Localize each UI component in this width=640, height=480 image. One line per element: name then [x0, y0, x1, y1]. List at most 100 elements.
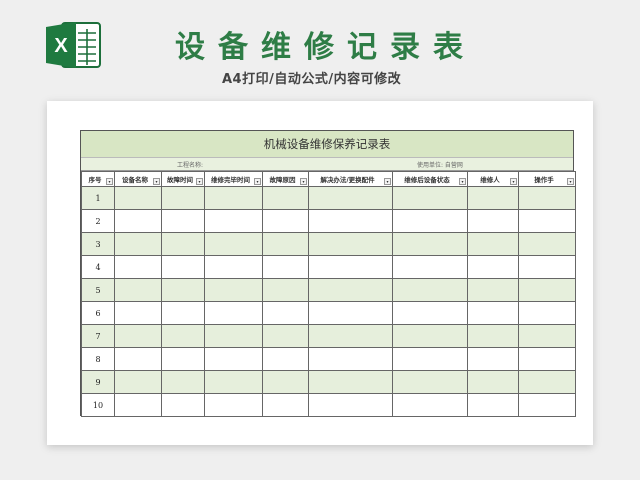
table-cell[interactable] [392, 301, 468, 325]
table-cell[interactable] [114, 186, 162, 210]
table-cell[interactable] [467, 370, 519, 394]
table-cell[interactable] [308, 370, 393, 394]
table-cell[interactable] [392, 255, 468, 279]
table-cell[interactable] [262, 186, 309, 210]
table-cell[interactable] [161, 255, 205, 279]
row-number-cell[interactable]: 3 [81, 232, 115, 256]
row-number-cell[interactable]: 10 [81, 393, 115, 417]
table-cell[interactable] [114, 301, 162, 325]
table-cell[interactable] [204, 324, 263, 348]
table-cell[interactable] [114, 232, 162, 256]
row-number-cell[interactable]: 1 [81, 186, 115, 210]
table-cell[interactable] [262, 347, 309, 371]
table-cell[interactable] [467, 255, 519, 279]
table-cell[interactable] [308, 209, 393, 233]
table-cell[interactable] [114, 370, 162, 394]
table-cell[interactable] [204, 347, 263, 371]
table-cell[interactable] [392, 186, 468, 210]
table-cell[interactable] [467, 232, 519, 256]
table-cell[interactable] [308, 278, 393, 302]
filter-dropdown-icon[interactable]: ▾ [384, 178, 391, 185]
table-cell[interactable] [308, 393, 393, 417]
table-cell[interactable] [204, 255, 263, 279]
table-cell[interactable] [467, 347, 519, 371]
table-cell[interactable] [308, 255, 393, 279]
table-cell[interactable] [392, 370, 468, 394]
table-cell[interactable] [161, 186, 205, 210]
table-cell[interactable] [161, 324, 205, 348]
row-number-cell[interactable]: 8 [81, 347, 115, 371]
filter-dropdown-icon[interactable]: ▾ [300, 178, 307, 185]
table-cell[interactable] [467, 209, 519, 233]
table-cell[interactable] [467, 301, 519, 325]
table-cell[interactable] [114, 324, 162, 348]
table-cell[interactable] [467, 278, 519, 302]
table-cell[interactable] [114, 347, 162, 371]
table-cell[interactable] [262, 393, 309, 417]
table-cell[interactable] [204, 301, 263, 325]
table-cell[interactable] [518, 232, 576, 256]
table-cell[interactable] [518, 278, 576, 302]
table-cell[interactable] [392, 278, 468, 302]
filter-dropdown-icon[interactable]: ▾ [254, 178, 261, 185]
table-cell[interactable] [161, 347, 205, 371]
row-number-cell[interactable]: 7 [81, 324, 115, 348]
table-cell[interactable] [262, 232, 309, 256]
table-cell[interactable] [114, 278, 162, 302]
table-cell[interactable] [392, 324, 468, 348]
table-cell[interactable] [392, 232, 468, 256]
table-cell[interactable] [262, 324, 309, 348]
table-cell[interactable] [308, 232, 393, 256]
row-number-cell[interactable]: 2 [81, 209, 115, 233]
filter-dropdown-icon[interactable]: ▾ [196, 178, 203, 185]
table-cell[interactable] [518, 209, 576, 233]
table-cell[interactable] [161, 232, 205, 256]
table-cell[interactable] [204, 393, 263, 417]
row-number-cell[interactable]: 4 [81, 255, 115, 279]
table-cell[interactable] [518, 255, 576, 279]
table-cell[interactable] [308, 347, 393, 371]
table-cell[interactable] [204, 370, 263, 394]
row-number-cell[interactable]: 9 [81, 370, 115, 394]
table-cell[interactable] [308, 301, 393, 325]
table-cell[interactable] [392, 209, 468, 233]
table-cell[interactable] [114, 393, 162, 417]
table-cell[interactable] [518, 301, 576, 325]
table-cell[interactable] [114, 255, 162, 279]
table-cell[interactable] [392, 347, 468, 371]
table-cell[interactable] [262, 301, 309, 325]
filter-dropdown-icon[interactable]: ▾ [567, 178, 574, 185]
table-cell[interactable] [204, 232, 263, 256]
table-cell[interactable] [262, 370, 309, 394]
table-cell[interactable] [467, 186, 519, 210]
table-cell[interactable] [114, 209, 162, 233]
row-number-cell[interactable]: 6 [81, 301, 115, 325]
table-cell[interactable] [518, 324, 576, 348]
filter-dropdown-icon[interactable]: ▾ [153, 178, 160, 185]
table-cell[interactable] [467, 393, 519, 417]
table-cell[interactable] [262, 278, 309, 302]
table-cell[interactable] [308, 324, 393, 348]
table-cell[interactable] [518, 347, 576, 371]
table-cell[interactable] [262, 209, 309, 233]
table-cell[interactable] [161, 370, 205, 394]
row-number-cell[interactable]: 5 [81, 278, 115, 302]
table-cell[interactable] [392, 393, 468, 417]
page-subtitle: A4打印/自动公式/内容可修改 [222, 72, 402, 87]
table-cell[interactable] [308, 186, 393, 210]
table-cell[interactable] [161, 278, 205, 302]
table-cell[interactable] [467, 324, 519, 348]
table-cell[interactable] [161, 209, 205, 233]
filter-dropdown-icon[interactable]: ▾ [510, 178, 517, 185]
filter-dropdown-icon[interactable]: ▾ [106, 178, 113, 185]
table-cell[interactable] [518, 370, 576, 394]
table-cell[interactable] [204, 278, 263, 302]
table-cell[interactable] [161, 301, 205, 325]
table-cell[interactable] [204, 209, 263, 233]
table-cell[interactable] [161, 393, 205, 417]
table-cell[interactable] [204, 186, 263, 210]
table-cell[interactable] [518, 186, 576, 210]
filter-dropdown-icon[interactable]: ▾ [459, 178, 466, 185]
table-cell[interactable] [262, 255, 309, 279]
table-cell[interactable] [518, 393, 576, 417]
